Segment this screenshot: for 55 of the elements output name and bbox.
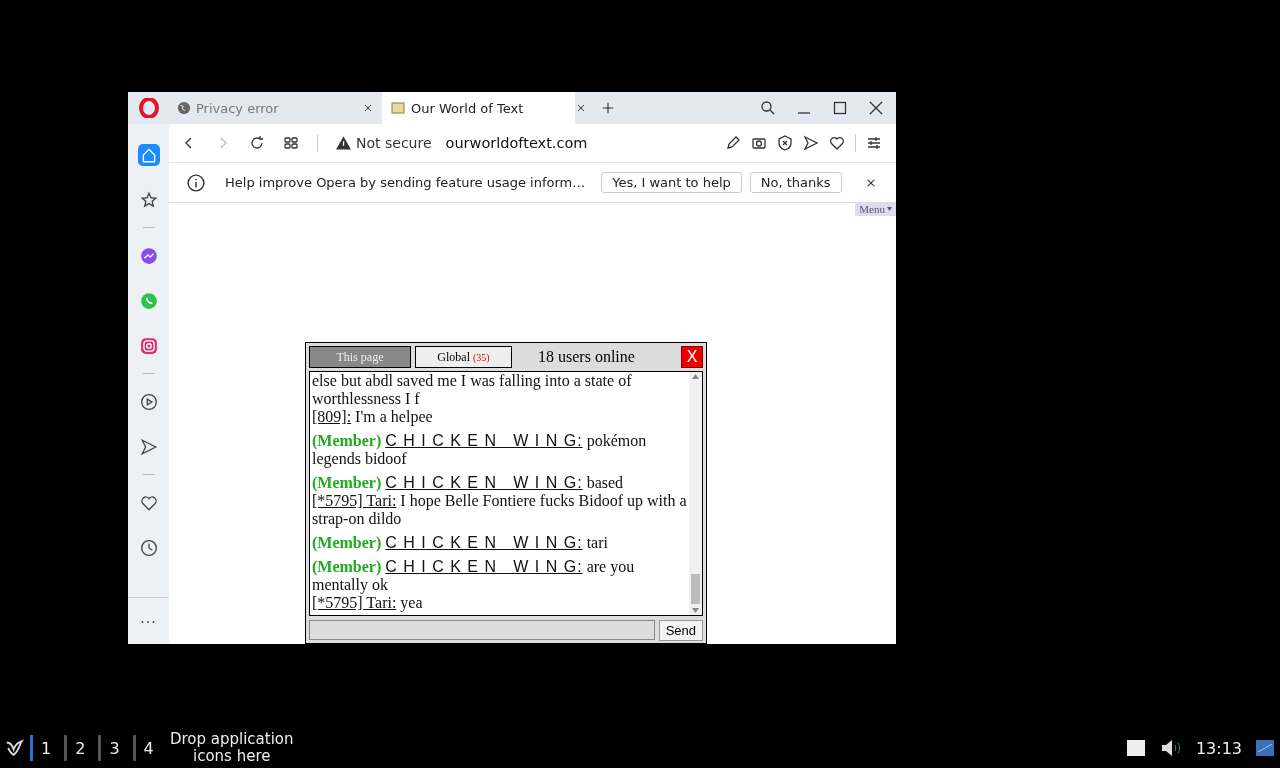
scroll-down-icon[interactable] (692, 608, 699, 613)
chat-message: [*5795] Tari: yea (312, 593, 424, 612)
info-icon[interactable] (187, 173, 205, 192)
chat-message: else but abdl saved me I was falling into a state of worthlessness I f (312, 371, 633, 408)
clock: 13:13 (1195, 738, 1242, 758)
settings-icon[interactable] (866, 135, 882, 151)
workspace-button[interactable]: 1 (30, 735, 61, 761)
drive-icon[interactable] (1125, 739, 1146, 757)
infobar-button[interactable]: Yes, I want to help (601, 172, 742, 193)
security-label[interactable]: Not secure (356, 135, 432, 151)
chat-message: [*5795] Tari: I hope Belle Fontiere fucks Bidoof up with a strap-on dildo (312, 491, 688, 528)
online-count: 18 users online (538, 348, 636, 367)
scroll-up-icon[interactable] (692, 373, 699, 379)
more-button[interactable]: ... (128, 597, 169, 644)
bird-icon[interactable] (4, 737, 26, 759)
close-icon[interactable] (575, 102, 587, 114)
caret-icon[interactable] (887, 207, 892, 211)
workspace-button[interactable]: 4 (132, 735, 163, 761)
shield-icon[interactable] (777, 135, 793, 151)
heart-icon[interactable] (829, 135, 845, 151)
grid-icon[interactable] (283, 135, 299, 151)
menu-button[interactable]: Menu (855, 203, 896, 216)
new-tab-icon[interactable] (601, 101, 615, 115)
close-icon[interactable] (362, 102, 374, 114)
search-icon[interactable] (760, 100, 776, 116)
scroll-thumb[interactable] (691, 574, 700, 604)
warning-icon (336, 136, 351, 150)
chat-message: (Member) C H I C K E N W I N G: tari (312, 533, 609, 552)
opera-logo-icon[interactable] (138, 98, 159, 118)
workspace-button[interactable]: 2 (64, 735, 95, 761)
message-input[interactable] (309, 620, 655, 640)
home-icon[interactable] (137, 143, 160, 166)
scrollbar[interactable] (689, 371, 702, 615)
close-icon[interactable] (868, 100, 884, 116)
chat-message: (Member) C H I C K E N W I N G: based (312, 473, 625, 492)
chat-message: [809]: I'm a helpee (312, 407, 434, 426)
reload-icon[interactable] (249, 135, 265, 151)
url-field[interactable]: ourworldoftext.com (445, 135, 588, 151)
send-button[interactable]: Send (658, 620, 703, 641)
send-icon[interactable] (803, 135, 819, 151)
infobar-message: Help improve Opera by sending feature usage inform… (225, 175, 586, 190)
browser-tab[interactable]: Privacy error (169, 92, 362, 124)
edit-icon[interactable] (725, 135, 741, 151)
speaker-icon[interactable] (1159, 739, 1182, 757)
camera-icon[interactable] (751, 135, 767, 151)
scroll-icon (390, 101, 406, 115)
chat-tab[interactable]: Global (35) (415, 346, 512, 369)
infobar-button[interactable]: No, thanks (749, 172, 842, 193)
close-button[interactable]: × (865, 175, 877, 190)
workspace-button[interactable]: 3 (98, 735, 129, 761)
close-button[interactable]: X (681, 346, 703, 369)
launcher-hint: Drop application icons here (168, 731, 295, 765)
chat-message: (Member) C H I C K E N W I N G: pokémon legends bidoof (312, 431, 648, 468)
browser-tab[interactable]: Our World of Text (382, 92, 575, 124)
maximize-icon[interactable] (832, 100, 848, 116)
